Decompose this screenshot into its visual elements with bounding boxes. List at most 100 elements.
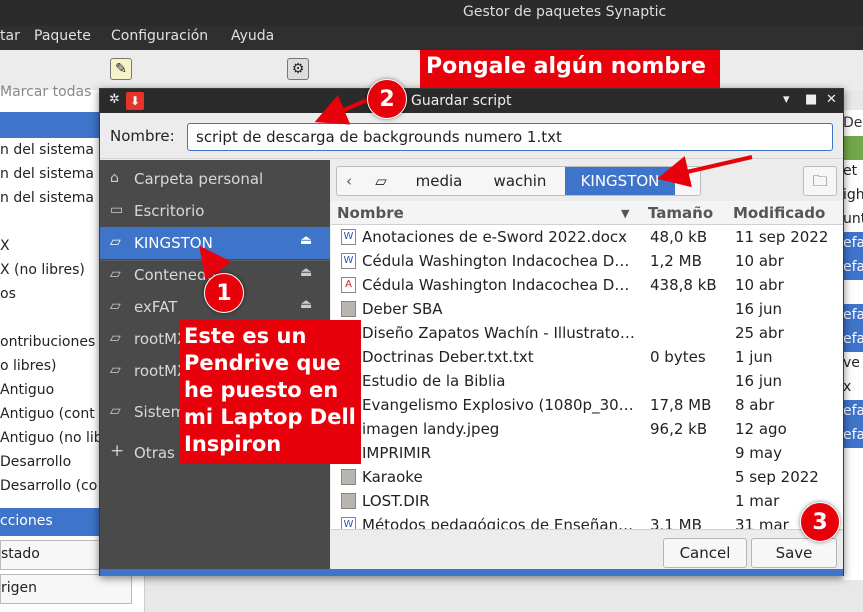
close-icon[interactable]: ✕ [826, 92, 837, 107]
filter-item[interactable]: Antiguo [0, 382, 54, 398]
place-label: Otras [134, 444, 175, 462]
pdf-icon: A [341, 277, 356, 293]
synaptic-title: Gestor de paquetes Synaptic [463, 4, 667, 20]
save-button[interactable]: Save [751, 538, 837, 568]
filter-item[interactable]: Antiguo (cont [0, 406, 95, 422]
file-row[interactable]: W Anotaciones de e-Sword 2022.docx 48,0 … [331, 225, 843, 249]
file-size: 438,8 kB [650, 276, 717, 294]
pkg-row[interactable]: efa [843, 232, 863, 256]
reload-icon[interactable]: ✎ [110, 58, 132, 80]
pkg-row[interactable]: x [843, 376, 863, 400]
file-name: Cédula Washington Indacochea D… [362, 252, 630, 270]
path-forward-icon[interactable]: › [677, 167, 701, 195]
file-row[interactable]: A Cédula Washington Indacochea D… 438,8 … [331, 273, 843, 297]
file-row[interactable]: IMPRIMIR 9 may [331, 441, 843, 465]
document-icon: W [341, 253, 356, 269]
eject-icon[interactable]: ⏏ [300, 265, 312, 280]
file-row[interactable]: Diseño Zapatos Wachín - Illustrato… 25 a… [331, 321, 843, 345]
sections-button[interactable]: cciones [0, 508, 100, 536]
drive-icon: ▱ [110, 298, 121, 314]
file-size: 96,2 kB [650, 420, 708, 438]
pkg-row[interactable]: et [843, 160, 863, 184]
sort-arrow-icon[interactable]: ▼ [621, 207, 629, 220]
file-row[interactable]: ≡ Doctrinas Deber.txt.txt 0 bytes 1 jun [331, 345, 843, 369]
file-row[interactable]: Deber SBA 16 jun [331, 297, 843, 321]
cancel-button[interactable]: Cancel [663, 538, 747, 568]
pkg-row[interactable]: efa [843, 424, 863, 448]
file-date: 12 ago [735, 420, 787, 438]
properties-icon[interactable]: ⚙ [287, 58, 309, 80]
pkg-row[interactable]: efa [843, 400, 863, 424]
synaptic-titlebar: Gestor de paquetes Synaptic [0, 0, 863, 26]
file-name: Karaoke [362, 468, 423, 486]
file-row[interactable]: ▨ imagen landy.jpeg 96,2 kB 12 ago [331, 417, 843, 441]
filter-item[interactable]: n del sistema [0, 166, 94, 182]
file-name: Deber SBA [362, 300, 443, 318]
file-date: 10 abr [735, 252, 784, 270]
new-folder-button[interactable]: 🗀 [803, 166, 837, 196]
filter-item[interactable]: o libres) [0, 358, 57, 374]
pkg-row[interactable]: efa [843, 328, 863, 352]
file-name: Estudio de la Biblia [362, 372, 506, 390]
file-name: IMPRIMIR [362, 444, 432, 462]
filter-item[interactable]: X (no libres) [0, 262, 85, 278]
annotation-step-1: 1 [204, 273, 244, 313]
file-row[interactable]: ▶ Evangelismo Explosivo (1080p_30… 17,8 … [331, 393, 843, 417]
file-name: Doctrinas Deber.txt.txt [362, 348, 534, 366]
eject-icon[interactable]: ⏏ [300, 233, 312, 248]
annotation-name-hint: Pongale algún nombre [420, 50, 720, 88]
menu-configuracion[interactable]: Configuración [111, 28, 208, 44]
pkg-row[interactable]: efa [843, 304, 863, 328]
mark-all-label[interactable]: Marcar todas [0, 84, 91, 100]
filter-item[interactable]: n del sistema [0, 142, 94, 158]
filter-item[interactable]: os [0, 286, 16, 302]
path-segment-media[interactable]: media [401, 167, 477, 195]
document-icon: W [341, 517, 356, 529]
filter-item[interactable]: Antiguo (no lib [0, 430, 103, 446]
filter-item[interactable]: Desarrollo [0, 454, 71, 470]
new-folder-icon: 🗀 [812, 172, 828, 190]
file-row[interactable]: W Métodos pedagógicos de Enseñan… 3,1 MB… [331, 513, 843, 529]
file-row[interactable]: W Cédula Washington Indacochea D… 1,2 MB… [331, 249, 843, 273]
pkg-row[interactable]: efa [843, 256, 863, 280]
package-list-edge: Des et igh unt efa efa efa efa ve x efa … [843, 110, 863, 580]
file-row[interactable]: LOST.DIR 1 mar [331, 489, 843, 513]
menu-edit[interactable]: tar [0, 28, 20, 44]
path-back-icon[interactable]: ‹ [337, 167, 361, 195]
origin-button[interactable]: rigen [0, 574, 132, 604]
pkg-row[interactable]: unt [843, 208, 863, 232]
eject-icon[interactable]: ⏏ [300, 297, 312, 312]
file-row[interactable]: Karaoke 5 sep 2022 [331, 465, 843, 489]
filter-item[interactable]: ontribuciones [0, 334, 95, 350]
minimize-icon[interactable]: ▾ [783, 92, 790, 107]
column-name[interactable]: Nombre [337, 204, 404, 222]
place-home[interactable]: ⌂ Carpeta personal [100, 163, 330, 195]
maximize-icon[interactable]: ■ [805, 92, 817, 107]
menu-paquete[interactable]: Paquete [34, 28, 91, 44]
path-segment-wachin[interactable]: wachin [477, 167, 563, 195]
filter-item[interactable]: Desarrollo (co [0, 478, 97, 494]
place-label: Carpeta personal [134, 170, 264, 188]
place-desktop[interactable]: ▭ Escritorio [100, 195, 330, 227]
pkg-row[interactable]: igh [843, 184, 863, 208]
file-list-header: Nombre ▼ Tamaño Modificado [331, 201, 843, 225]
dialog-titlebar: ✲ ⬇ Guardar script ▾ ■ ✕ [100, 89, 843, 113]
place-kingston[interactable]: ▱ KINGSTON ⏏ [100, 227, 330, 259]
filter-item[interactable]: n del sistema [0, 190, 94, 206]
drive-root-icon[interactable]: ▱ [363, 167, 399, 195]
path-segment-kingston[interactable]: KINGSTON [565, 167, 675, 195]
window-menu-icon[interactable]: ✲ [109, 92, 120, 107]
pkg-row[interactable]: ve [843, 352, 863, 376]
file-date: 5 sep 2022 [735, 468, 819, 486]
file-date: 10 abr [735, 276, 784, 294]
file-row[interactable]: Estudio de la Biblia 16 jun [331, 369, 843, 393]
file-name: Cédula Washington Indacochea D… [362, 276, 630, 294]
menu-ayuda[interactable]: Ayuda [231, 28, 274, 44]
column-modified[interactable]: Modificado [733, 204, 825, 222]
place-label: KINGSTON [134, 234, 213, 252]
filename-input[interactable] [187, 123, 833, 151]
filter-item[interactable]: X [0, 238, 10, 254]
file-name: Evangelismo Explosivo (1080p_30… [362, 396, 634, 414]
file-size: 48,0 kB [650, 228, 708, 246]
column-size[interactable]: Tamaño [648, 204, 713, 222]
